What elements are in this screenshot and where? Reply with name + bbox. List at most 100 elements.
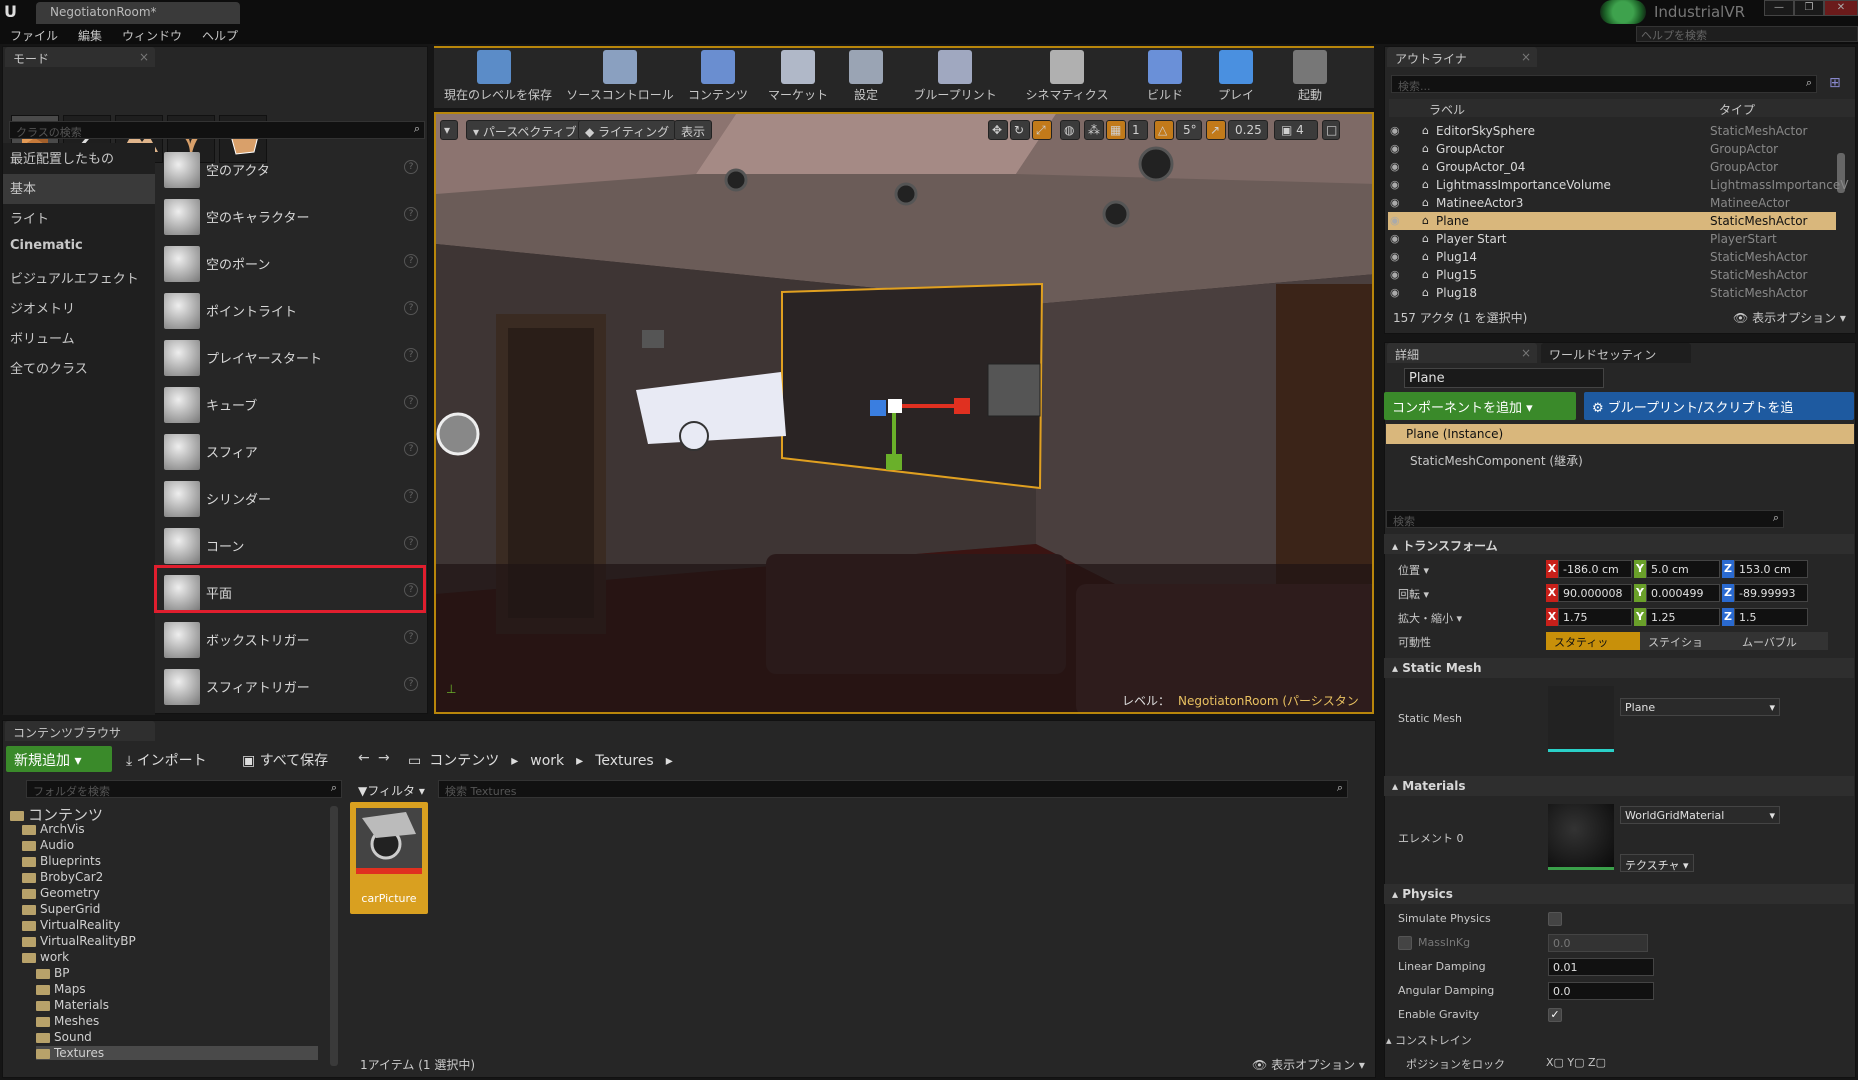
outliner-row[interactable]: ◉ ⌂ LightmassImportanceVolume LightmassImpo… (1388, 176, 1848, 194)
angular-damping-input[interactable]: 0.0 (1548, 982, 1654, 1000)
class-item[interactable]: コーン? (160, 522, 422, 566)
toolbar-button[interactable]: シネマティクス (1012, 48, 1122, 106)
save-all-button[interactable]: ▣ すべて保存 (242, 750, 328, 770)
outliner-tab[interactable]: アウトライナ × (1387, 47, 1537, 67)
level-viewport[interactable]: ▾ ▾ パースペクティブ ◆ ライティング 表示 ✥ ↻ ⤢ ◍ ⁂ ▦ 1 △… (434, 112, 1374, 714)
transform-rot-z-input[interactable]: -89.99993 (1734, 584, 1808, 602)
folder-tree-item[interactable]: Textures (36, 1046, 318, 1060)
transform-scl-x-input[interactable]: 1.75 (1558, 608, 1632, 626)
outliner-row[interactable]: ◉ ⌂ Plug14 StaticMeshActor (1388, 248, 1836, 266)
grid-snap-icon[interactable]: ▦ (1106, 120, 1126, 140)
folder-search-input[interactable]: フォルダを検索 ⌕ (26, 780, 342, 798)
help-icon[interactable]: ? (404, 160, 418, 174)
toolbar-button[interactable]: ブループリント (904, 48, 1006, 106)
surface-snap-icon[interactable]: ⁂ (1084, 120, 1104, 140)
breadcrumb-item[interactable]: コンテンツ (429, 753, 499, 769)
help-icon[interactable]: ? (404, 442, 418, 456)
breadcrumb-item[interactable]: Textures (595, 753, 654, 769)
help-icon[interactable]: ? (404, 489, 418, 503)
show-button[interactable]: 表示 (674, 120, 713, 140)
menu-file[interactable]: ファイル (10, 27, 58, 44)
folder-tree-item[interactable]: BrobyCar2 (22, 870, 103, 884)
import-button[interactable]: ⤓ インポート (126, 750, 207, 770)
help-icon[interactable]: ? (404, 301, 418, 315)
outliner-row[interactable]: ◉ ⌂ GroupActor GroupActor (1388, 140, 1836, 158)
breadcrumb-item[interactable]: work (530, 753, 564, 769)
scale-snap-value[interactable]: 0.25 (1228, 120, 1268, 140)
minimize-button[interactable]: — (1764, 0, 1794, 16)
actor-name-input[interactable]: Plane (1404, 368, 1604, 388)
mobility-movable-button[interactable]: ムーバブル (1734, 632, 1828, 650)
folder-tree-item[interactable]: VirtualReality (22, 918, 120, 932)
help-icon[interactable]: ? (404, 536, 418, 550)
category-item[interactable]: ライト (10, 208, 49, 227)
instance-row[interactable]: Plane (Instance) (1386, 424, 1854, 444)
toolbar-button[interactable]: ビルド (1128, 48, 1202, 106)
class-item[interactable]: スフィアトリガー? (160, 663, 422, 707)
folder-tree-item[interactable]: SuperGrid (22, 902, 100, 916)
help-icon[interactable]: ? (404, 630, 418, 644)
folder-tree-item[interactable]: BP (36, 966, 69, 980)
category-item[interactable]: 全てのクラス (10, 358, 88, 377)
transform-scl-y-input[interactable]: 1.25 (1646, 608, 1720, 626)
physics-section[interactable]: ▴ Physics (1384, 884, 1854, 904)
viewport-options-button[interactable]: ▾ (440, 120, 458, 140)
help-icon[interactable]: ? (404, 348, 418, 362)
filter-button[interactable]: ▼フィルタ ▾ (358, 782, 425, 799)
eye-icon[interactable]: ◉ (1390, 214, 1400, 227)
help-icon[interactable]: ? (404, 207, 418, 221)
category-item[interactable]: Cinematic (10, 238, 83, 253)
eye-icon[interactable]: ◉ (1390, 196, 1400, 209)
class-item[interactable]: 空のポーン? (160, 240, 422, 284)
enable-gravity-checkbox[interactable]: ✓ (1548, 1008, 1562, 1022)
toolbar-button[interactable]: マーケット (760, 48, 836, 106)
help-search-input[interactable]: ヘルプを検索 (1636, 26, 1858, 42)
folder-tree-item[interactable]: Audio (22, 838, 74, 852)
mass-input[interactable]: 0.0 (1548, 934, 1648, 952)
eye-icon[interactable]: ◉ (1390, 160, 1400, 173)
class-item[interactable]: プレイヤースタート? (160, 334, 422, 378)
transform-rot-x-input[interactable]: 90.000008 (1558, 584, 1632, 602)
folder-tree-item[interactable]: Maps (36, 982, 86, 996)
class-item[interactable]: スフィア? (160, 428, 422, 472)
toolbar-button[interactable]: プレイ (1204, 48, 1268, 106)
toolbar-button[interactable]: 現在のレベルを保存 (444, 48, 552, 106)
maximize-button[interactable]: ❐ (1794, 0, 1824, 16)
outliner-search-input[interactable]: 検索... ⌕ (1391, 75, 1817, 93)
class-item[interactable]: ボックストリガー? (160, 616, 422, 660)
class-item[interactable]: シリンダー? (160, 475, 422, 519)
transform-loc-z-input[interactable]: 153.0 cm (1734, 560, 1808, 578)
transform-scl-z-input[interactable]: 1.5 (1734, 608, 1808, 626)
folder-tree-item[interactable]: ArchVis (22, 822, 85, 836)
outliner-col-label[interactable]: ラベル (1429, 101, 1465, 118)
eye-icon[interactable]: ◉ (1390, 250, 1400, 263)
scale-snap-icon[interactable]: ↗ (1206, 120, 1226, 140)
mobility-stationary-button[interactable]: ステイショ (1640, 632, 1734, 650)
rotate-icon[interactable]: ↻ (1010, 120, 1030, 140)
outliner-row[interactable]: ◉ ⌂ Plug18 StaticMeshActor (1388, 284, 1836, 302)
eye-icon[interactable]: ◉ (1390, 232, 1400, 245)
category-item[interactable]: ボリューム (10, 328, 75, 347)
help-icon[interactable]: ? (404, 395, 418, 409)
class-item[interactable]: キューブ? (160, 381, 422, 425)
level-tab[interactable]: NegotiatonRoom* (36, 2, 240, 24)
folder-tree-item[interactable]: Sound (36, 1030, 92, 1044)
add-new-button[interactable]: 新規追加 ▾ (6, 746, 112, 772)
world-settings-tab[interactable]: ワールドセッティン (1541, 343, 1691, 363)
rotation-label[interactable]: 回転 ▾ (1398, 586, 1429, 602)
add-component-button[interactable]: コンポーネントを追加 ▾ (1384, 392, 1576, 420)
tree-scrollbar[interactable] (330, 806, 338, 1066)
folder-tree-item[interactable]: Blueprints (22, 854, 101, 868)
constraints-label[interactable]: ▴ コンストレイン (1386, 1032, 1472, 1048)
transform-section[interactable]: ▴ トランスフォーム (1384, 534, 1854, 554)
category-item[interactable]: 基本 (10, 178, 36, 197)
class-search-input[interactable]: クラスの検索 ⌕ (9, 121, 425, 139)
static-mesh-dropdown[interactable]: Plane ▾ (1620, 698, 1780, 716)
eye-icon[interactable]: ◉ (1390, 142, 1400, 155)
toolbar-button[interactable]: コンテンツ (680, 48, 756, 106)
add-folder-icon[interactable]: ⊞ (1829, 75, 1847, 93)
static-mesh-section[interactable]: ▴ Static Mesh (1384, 658, 1854, 678)
outliner-row[interactable]: ◉ ⌂ MatineeActor3 MatineeActor (1388, 194, 1836, 212)
maximize-viewport-icon[interactable]: □ (1322, 120, 1340, 140)
eye-icon[interactable]: ◉ (1390, 286, 1400, 299)
